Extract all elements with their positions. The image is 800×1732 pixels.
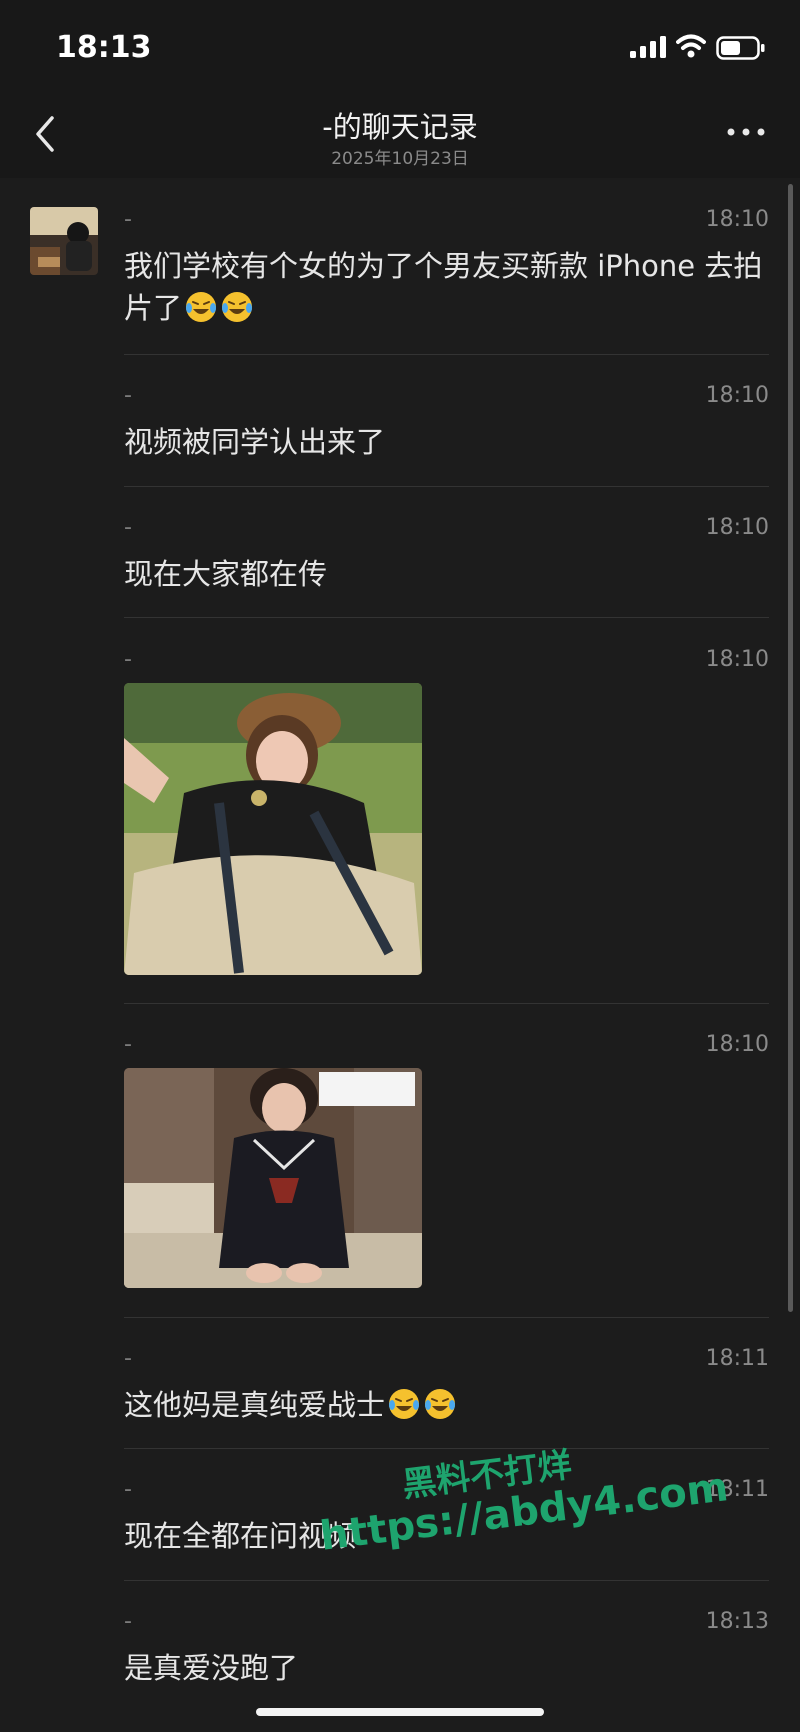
message-time: 18:11 bbox=[705, 1346, 769, 1371]
message-photo[interactable] bbox=[124, 1068, 422, 1288]
message-time: 18:10 bbox=[705, 383, 769, 408]
divider bbox=[124, 354, 769, 355]
battery-icon bbox=[716, 36, 765, 60]
message-time: 18:13 bbox=[705, 1609, 769, 1634]
message-time: 18:10 bbox=[705, 647, 769, 672]
message-sender: - bbox=[124, 1477, 132, 1502]
more-dots-icon[interactable] bbox=[726, 124, 766, 140]
message-body: 这他妈是真纯爱战士 bbox=[124, 1388, 386, 1422]
message-text: 我们学校有个女的为了个男友买新款 iPhone 去拍片了 bbox=[124, 245, 764, 329]
message-text: 是真爱没跑了 bbox=[124, 1651, 299, 1685]
message-text: 视频被同学认出来了 bbox=[124, 425, 386, 459]
divider bbox=[124, 1003, 769, 1004]
message-sender: - bbox=[124, 1032, 132, 1057]
status-time: 18:13 bbox=[56, 30, 152, 65]
divider bbox=[124, 1580, 769, 1581]
home-indicator bbox=[256, 1708, 544, 1716]
message-time: 18:10 bbox=[705, 207, 769, 232]
message-sender: - bbox=[124, 647, 132, 672]
watermark: 黑料不打烊 https://abdy4.com bbox=[300, 1416, 751, 1589]
page-subtitle: 2025年10月23日 bbox=[331, 149, 469, 169]
message-sender: - bbox=[124, 207, 132, 232]
nav-bar: -的聊天记录 2025年10月23日 bbox=[0, 92, 800, 178]
message-sender: - bbox=[124, 383, 132, 408]
divider bbox=[124, 617, 769, 618]
avatar[interactable] bbox=[30, 207, 98, 275]
message-text: 这他妈是真纯爱战士 bbox=[124, 1384, 764, 1426]
page-title: -的聊天记录 bbox=[322, 110, 478, 144]
message-text: 现在大家都在传 bbox=[124, 557, 328, 591]
divider bbox=[124, 1317, 769, 1318]
message-sender: - bbox=[124, 1346, 132, 1371]
laughing-tears-emoji bbox=[389, 1389, 420, 1419]
wifi-icon bbox=[676, 34, 706, 58]
message-time: 18:10 bbox=[705, 515, 769, 540]
divider bbox=[124, 486, 769, 487]
cellular-signal-icon bbox=[630, 36, 666, 58]
message-sender: - bbox=[124, 1609, 132, 1634]
laughing-tears-emoji bbox=[222, 292, 253, 322]
message-time: 18:10 bbox=[705, 1032, 769, 1057]
scrollbar[interactable] bbox=[788, 184, 793, 1312]
laughing-tears-emoji bbox=[425, 1389, 456, 1419]
message-sender: - bbox=[124, 515, 132, 540]
message-photo[interactable] bbox=[124, 683, 422, 975]
status-bar: 18:13 bbox=[0, 0, 800, 92]
laughing-tears-emoji bbox=[186, 292, 217, 322]
